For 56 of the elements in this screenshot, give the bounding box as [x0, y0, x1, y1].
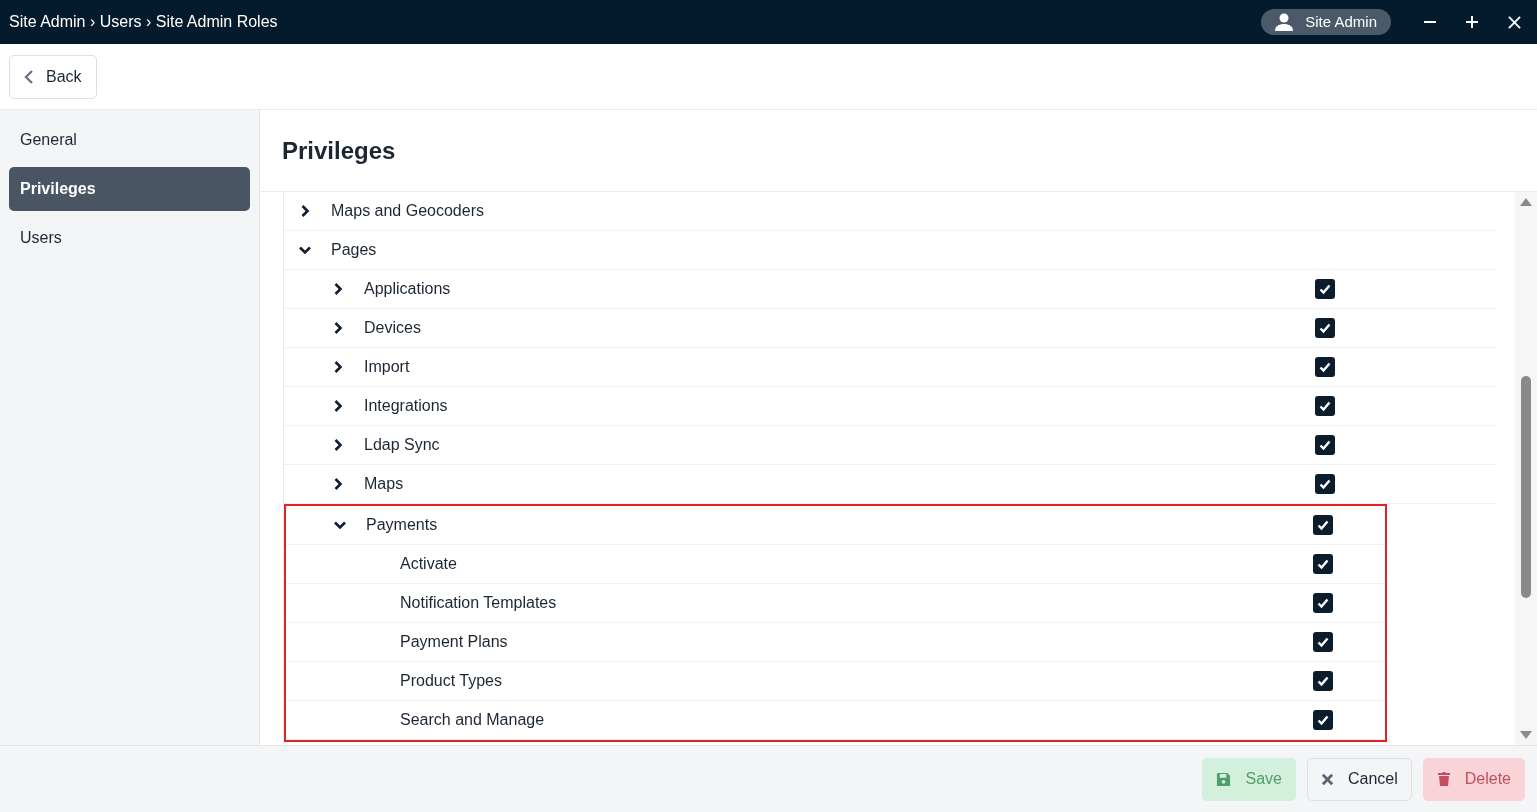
user-icon [1275, 13, 1294, 31]
privilege-checkbox[interactable] [1315, 318, 1335, 338]
privilege-label: Search and Manage [400, 710, 545, 730]
privilege-checkbox[interactable] [1313, 710, 1333, 730]
close-icon [1320, 772, 1334, 786]
privilege-label: Devices [364, 318, 421, 338]
privilege-label: Import [364, 357, 410, 377]
scroll-up-icon[interactable] [1520, 198, 1532, 206]
checkmark-icon [1316, 713, 1330, 727]
checkmark-icon [1318, 360, 1332, 374]
privilege-checkbox[interactable] [1313, 671, 1333, 691]
sidebar-item[interactable]: General [9, 118, 250, 162]
privilege-checkbox[interactable] [1315, 357, 1335, 377]
checkmark-icon [1316, 557, 1330, 571]
scrollbar[interactable] [1515, 192, 1537, 745]
privilege-label: Payment Plans [400, 632, 508, 652]
checkmark-icon [1316, 518, 1330, 532]
scroll-down-icon[interactable] [1520, 731, 1532, 739]
privilege-label: Integrations [364, 396, 448, 416]
privilege-checkbox[interactable] [1313, 515, 1333, 535]
sidebar-item[interactable]: Privileges [9, 167, 250, 211]
privilege-checkbox[interactable] [1313, 593, 1333, 613]
back-button[interactable]: Back [9, 54, 97, 99]
privilege-checkbox[interactable] [1313, 632, 1333, 652]
privilege-checkbox[interactable] [1315, 396, 1335, 416]
chevron-left-icon [24, 69, 34, 84]
checkmark-icon [1316, 635, 1330, 649]
privilege-label: Applications [364, 279, 451, 299]
scroll-thumb[interactable] [1521, 376, 1531, 598]
privilege-label: Maps and Geocoders [331, 201, 484, 221]
privilege-label: Maps [364, 474, 404, 494]
privilege-label: Notification Templates [400, 593, 557, 613]
checkmark-icon [1316, 674, 1330, 688]
cancel-button[interactable]: Cancel [1306, 757, 1412, 801]
checkmark-icon [1318, 477, 1332, 491]
privilege-label: Activate [400, 554, 457, 574]
close-icon[interactable] [1508, 15, 1521, 29]
privilege-checkbox[interactable] [1315, 279, 1335, 299]
checkmark-icon [1316, 596, 1330, 610]
privilege-label: Pages [331, 240, 377, 260]
privilege-label: Product Types [400, 671, 502, 691]
privilege-label: Ldap Sync [364, 435, 440, 455]
section-title: Privileges [282, 135, 396, 166]
privilege-checkbox[interactable] [1315, 474, 1335, 494]
trash-icon [1436, 771, 1451, 787]
checkmark-icon [1318, 282, 1332, 296]
checkmark-icon [1318, 438, 1332, 452]
maximize-icon[interactable] [1465, 15, 1479, 29]
privilege-label: Payments [366, 515, 438, 535]
sidebar-item[interactable]: Users [9, 216, 250, 260]
user-menu-button[interactable]: Site Admin [1261, 9, 1391, 35]
checkmark-icon [1318, 321, 1332, 335]
privilege-checkbox[interactable] [1313, 554, 1333, 574]
breadcrumb: Site Admin › Users › Site Admin Roles [9, 12, 278, 32]
privilege-checkbox[interactable] [1315, 435, 1335, 455]
checkmark-icon [1318, 399, 1332, 413]
